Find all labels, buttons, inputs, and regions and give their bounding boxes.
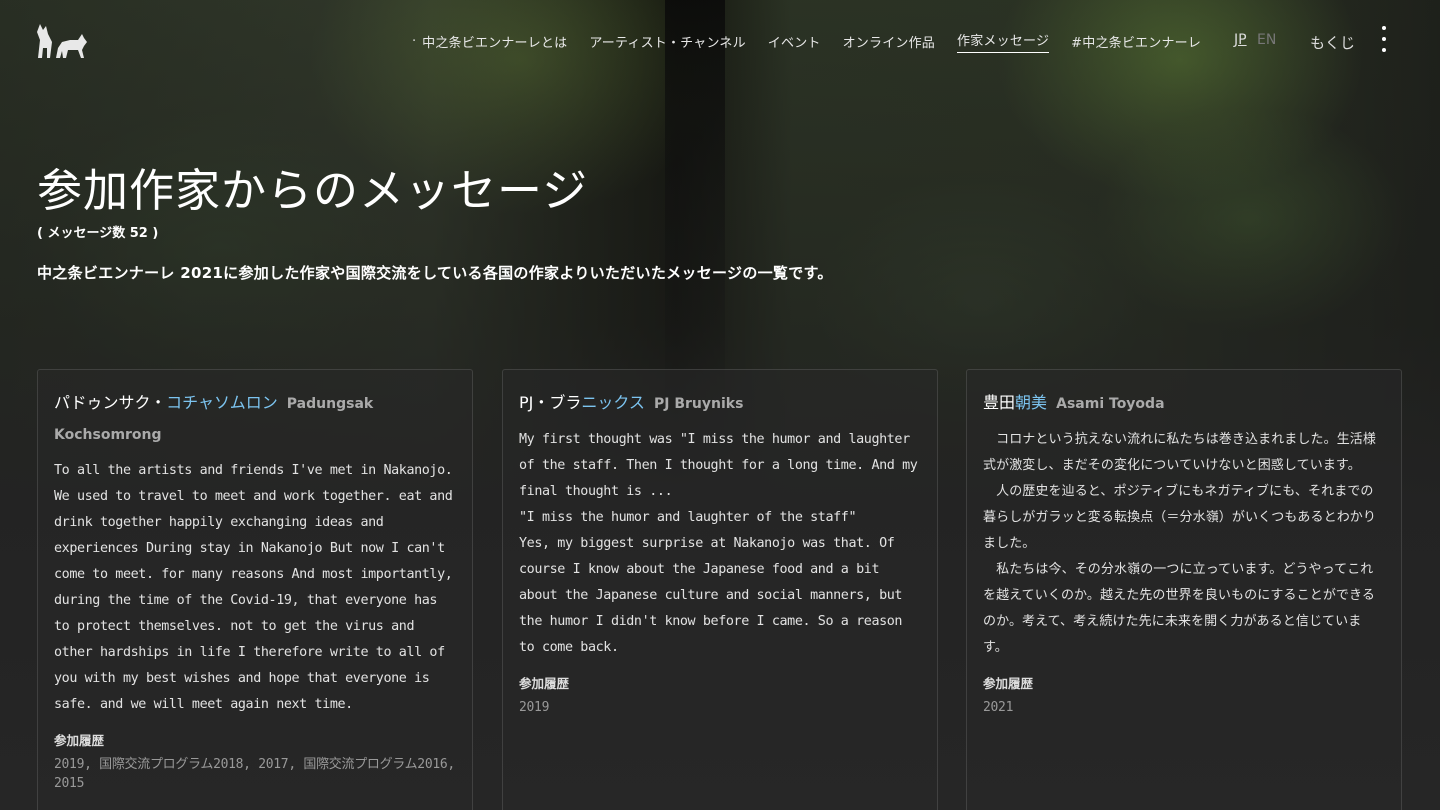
nav-bullet: · [412,33,417,49]
page-title: 参加作家からのメッセージ [37,164,589,217]
message-card: パドゥンサク・コチャソムロン Padungsak Kochsomrong To … [37,369,473,810]
message-body: To all the artists and friends I've met … [54,463,453,712]
artist-name-ja-part: パドゥンサク・ [54,393,167,412]
main-nav: · 中之条ビエンナーレとは アーティスト・チャンネル イベント オンライン作品 … [412,30,1223,53]
nav-item-artist-messages[interactable]: 作家メッセージ [957,30,1050,53]
artist-name-en: Asami Toyoda [1056,396,1165,412]
nav-item-online-works[interactable]: オンライン作品 [843,32,935,51]
message-body: My first thought was "I miss the humor a… [519,432,918,655]
artist-name[interactable]: 豊田朝美 Asami Toyoda [983,388,1385,419]
lang-en-link[interactable]: EN [1257,32,1276,48]
artist-name-ja-link: コチャソムロン [166,393,278,412]
site-header: · 中之条ビエンナーレとは アーティスト・チャンネル イベント オンライン作品 … [0,0,1440,84]
nav-item-events[interactable]: イベント [768,32,821,51]
page-lead: 中之条ビエンナーレ 2021に参加した作家や国際交流をしている各国の作家よりいた… [37,264,833,282]
language-switcher: JP EN [1234,32,1276,48]
artist-name-ja-link: ニックス [581,393,645,412]
artist-name-en: PJ Bruyniks [654,396,744,412]
toc-link[interactable]: もくじ [1310,32,1355,53]
message-card: 豊田朝美 Asami Toyoda コロナという抗えない流れに私たちは巻き込まれ… [966,369,1402,810]
history-years: 2019, 国際交流プログラム2018, 2017, 国際交流プログラム2016… [54,757,455,791]
history-label: 参加履歴 [519,676,570,691]
history-years: 2021 [983,700,1014,715]
history-label: 参加履歴 [983,676,1034,691]
message-card: PJ・ブラニックス PJ Bruyniks My first thought w… [502,369,938,810]
history-years: 2019 [519,700,550,715]
artist-name[interactable]: PJ・ブラニックス PJ Bruyniks [519,388,921,419]
wolf-logo-icon[interactable] [34,20,88,60]
kebab-menu-icon[interactable] [1380,26,1388,56]
message-count: ( メッセージ数 52 ) [37,226,159,241]
nav-item-about[interactable]: 中之条ビエンナーレとは [422,32,567,51]
lang-jp-link[interactable]: JP [1234,32,1247,48]
artist-name-ja-part: 豊田 [983,393,1016,412]
nav-item-hashtag[interactable]: #中之条ビエンナーレ [1071,32,1201,51]
artist-name-ja-part: PJ・ブラ [519,393,582,412]
artist-name[interactable]: パドゥンサク・コチャソムロン Padungsak Kochsomrong [54,388,456,450]
message-body: コロナという抗えない流れに私たちは巻き込まれました。生活様式が激変し、まだその変… [983,432,1377,655]
artist-name-ja-link: 朝美 [1015,393,1048,412]
history-label: 参加履歴 [54,733,105,748]
nav-item-artist-channel[interactable]: アーティスト・チャンネル [589,32,745,51]
